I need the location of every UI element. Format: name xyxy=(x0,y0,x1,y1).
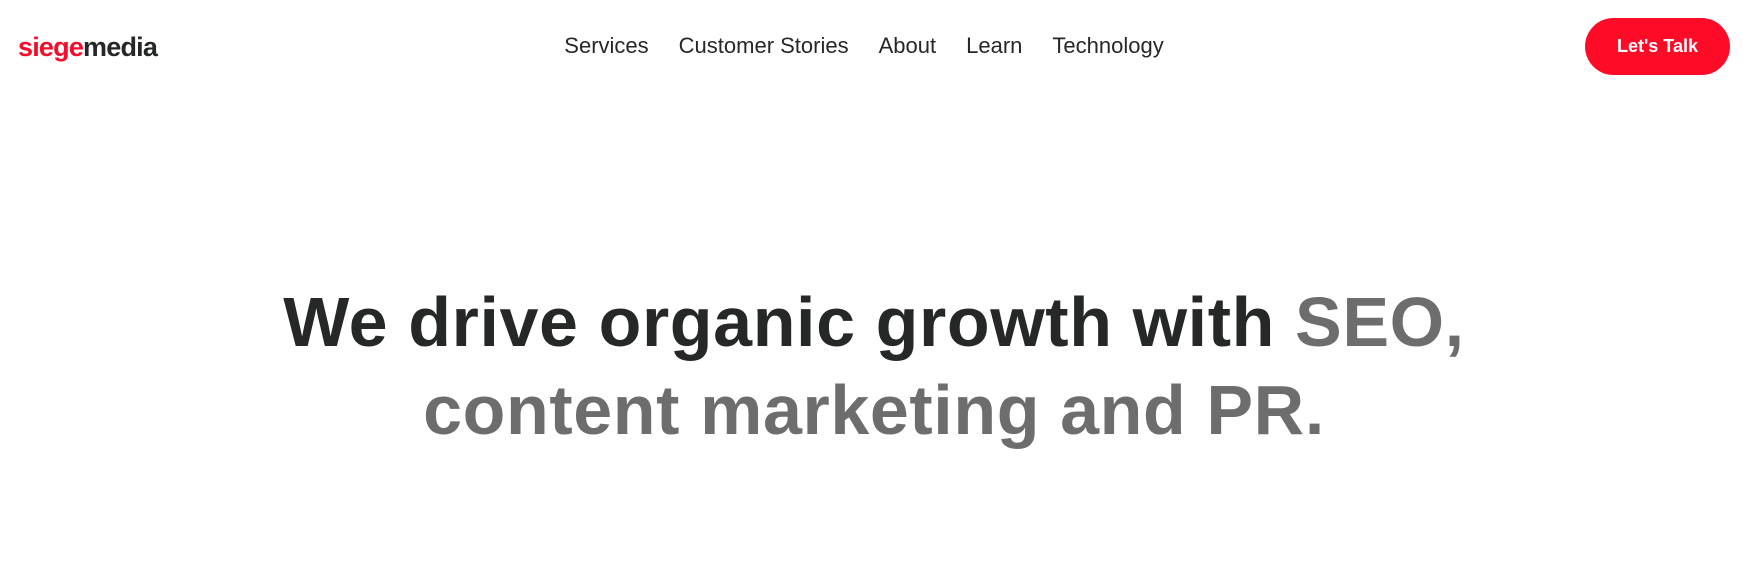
logo-link[interactable]: siegemedia xyxy=(18,30,158,64)
nav-item-services[interactable]: Services xyxy=(564,31,648,61)
nav-item-technology[interactable]: Technology xyxy=(1052,31,1163,61)
logo-siege: siege xyxy=(18,32,84,62)
hero-headline-grey-2: content marketing and PR. xyxy=(423,371,1325,449)
logo-media: media xyxy=(83,32,158,62)
hero-headline-dark: We drive organic growth with xyxy=(283,283,1296,361)
hero-headline: We drive organic growth with SEO, conten… xyxy=(0,278,1748,454)
nav-item-learn[interactable]: Learn xyxy=(966,31,1022,61)
hero-headline-grey-1: SEO, xyxy=(1295,283,1465,361)
nav-item-about[interactable]: About xyxy=(879,31,937,61)
main-nav: Services Customer Stories About Learn Te… xyxy=(0,31,1748,61)
nav-item-customer-stories[interactable]: Customer Stories xyxy=(679,31,849,61)
nav-items: Services Customer Stories About Learn Te… xyxy=(564,31,1163,61)
lets-talk-button[interactable]: Let's Talk xyxy=(1585,18,1730,75)
